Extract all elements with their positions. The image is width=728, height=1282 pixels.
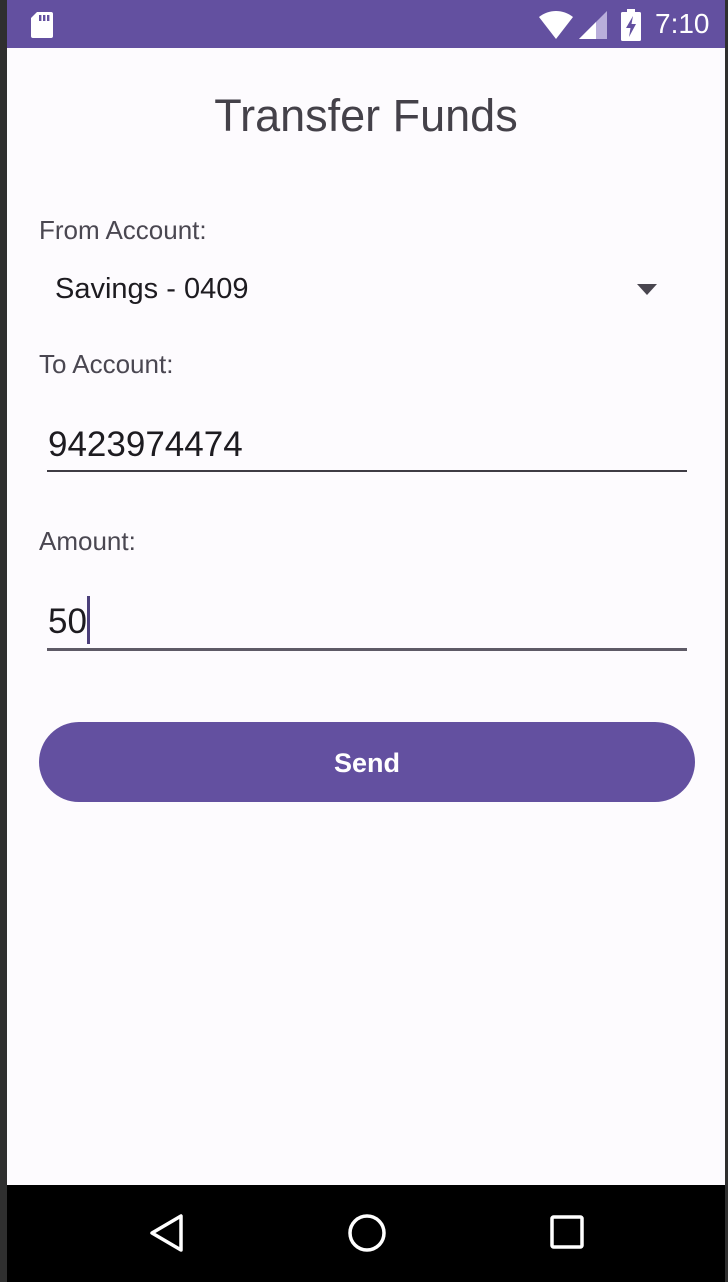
to-account-input[interactable] <box>47 414 687 476</box>
from-account-dropdown[interactable]: Savings - 0409 <box>39 262 679 318</box>
wifi-icon <box>539 11 573 39</box>
amount-label: Amount: <box>39 526 136 556</box>
home-icon[interactable] <box>347 1213 387 1253</box>
app-screen: 7:10 Transfer Funds From Account: Saving… <box>7 0 725 1282</box>
text-cursor <box>87 596 90 644</box>
send-button[interactable]: Send <box>39 722 695 802</box>
back-icon[interactable] <box>149 1213 185 1253</box>
dropdown-arrow-icon <box>637 284 657 295</box>
from-account-label: From Account: <box>39 215 207 245</box>
amount-underline <box>47 648 687 651</box>
status-bar: 7:10 <box>7 0 725 48</box>
sd-card-icon <box>31 12 53 38</box>
battery-charging-icon <box>621 9 641 41</box>
to-account-label: To Account: <box>39 349 174 379</box>
page-title: Transfer Funds <box>214 90 518 141</box>
from-account-selected: Savings - 0409 <box>55 273 249 305</box>
recents-icon[interactable] <box>550 1215 586 1251</box>
amount-input[interactable] <box>47 591 687 653</box>
navigation-bar <box>7 1185 725 1282</box>
device-frame: 7:10 Transfer Funds From Account: Saving… <box>0 0 728 1282</box>
status-clock: 7:10 <box>655 8 710 39</box>
cell-signal-icon <box>579 11 607 39</box>
to-account-underline <box>47 470 687 472</box>
